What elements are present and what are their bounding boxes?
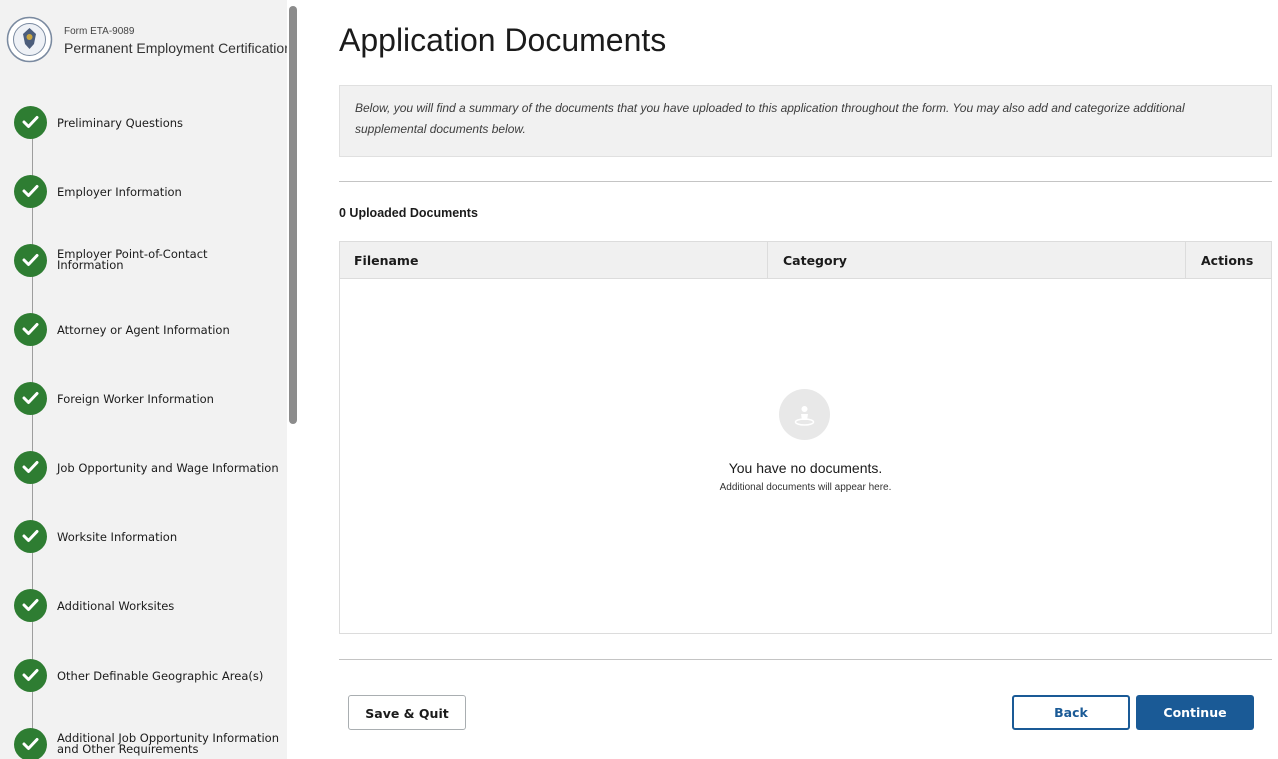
step-label: Job Opportunity and Wage Information	[57, 461, 279, 475]
divider	[339, 181, 1272, 182]
step-worksite-information[interactable]: Worksite Information	[14, 520, 284, 560]
uploaded-documents-heading: 0 Uploaded Documents	[339, 206, 478, 220]
step-employer-information[interactable]: Employer Information	[14, 175, 284, 215]
step-label: Employer Information	[57, 185, 182, 199]
step-preliminary-questions[interactable]: Preliminary Questions	[14, 106, 284, 146]
column-header-filename[interactable]: Filename	[354, 253, 418, 268]
check-circle-icon	[14, 244, 47, 277]
page: Form ETA-9089 Permanent Employment Certi…	[0, 0, 1278, 759]
check-circle-icon	[14, 175, 47, 208]
column-header-actions: Actions	[1201, 253, 1254, 268]
form-title: Permanent Employment Certification	[64, 40, 287, 56]
step-label: Additional Worksites	[57, 599, 175, 613]
page-title: Application Documents	[339, 22, 667, 58]
form-number: Form ETA-9089	[64, 26, 135, 37]
step-additional-worksites[interactable]: Additional Worksites	[14, 589, 284, 629]
back-button[interactable]: Back	[1012, 695, 1130, 730]
step-label: Other Definable Geographic Area(s)	[57, 669, 264, 683]
documents-table: Filename Category Actions You have no do…	[339, 241, 1272, 634]
empty-documents-icon	[779, 389, 830, 440]
check-circle-icon	[14, 451, 47, 484]
empty-state-subtitle: Additional documents will appear here.	[719, 482, 892, 493]
continue-button[interactable]: Continue	[1136, 695, 1254, 730]
check-circle-icon	[14, 313, 47, 346]
step-additional-job-opportunity[interactable]: Additional Job Opportunity Information a…	[14, 728, 284, 759]
check-circle-icon	[14, 520, 47, 553]
intro-box: Below, you will find a summary of the do…	[339, 85, 1272, 157]
sidebar-scrollbar[interactable]	[289, 6, 297, 424]
check-circle-icon	[14, 589, 47, 622]
step-label: Foreign Worker Information	[57, 392, 214, 406]
save-quit-button[interactable]: Save & Quit	[348, 695, 466, 730]
column-divider	[767, 242, 768, 278]
sidebar: Form ETA-9089 Permanent Employment Certi…	[0, 0, 287, 759]
check-circle-icon	[14, 728, 47, 759]
step-employer-poc-information[interactable]: Employer Point-of-Contact Information	[14, 244, 284, 284]
step-job-opportunity-wage[interactable]: Job Opportunity and Wage Information	[14, 451, 284, 491]
form-brand: Form ETA-9089 Permanent Employment Certi…	[6, 13, 287, 65]
step-attorney-agent-information[interactable]: Attorney or Agent Information	[14, 313, 284, 353]
step-label: Employer Point-of-Contact Information	[57, 247, 208, 272]
step-label: Additional Job Opportunity Information a…	[57, 731, 280, 756]
column-header-category[interactable]: Category	[783, 253, 847, 268]
check-circle-icon	[14, 106, 47, 139]
empty-state-title: You have no documents.	[728, 460, 883, 476]
column-divider	[1185, 242, 1186, 278]
step-other-geographic-areas[interactable]: Other Definable Geographic Area(s)	[14, 659, 284, 699]
dol-seal-icon	[6, 16, 53, 63]
step-label: Attorney or Agent Information	[57, 323, 230, 337]
divider	[339, 659, 1272, 660]
step-foreign-worker-information[interactable]: Foreign Worker Information	[14, 382, 284, 422]
step-label: Worksite Information	[57, 530, 178, 544]
intro-text: Below, you will find a summary of the do…	[355, 101, 1185, 136]
check-circle-icon	[14, 659, 47, 692]
table-header: Filename Category Actions	[340, 242, 1271, 279]
check-circle-icon	[14, 382, 47, 415]
step-label: Preliminary Questions	[57, 116, 184, 130]
